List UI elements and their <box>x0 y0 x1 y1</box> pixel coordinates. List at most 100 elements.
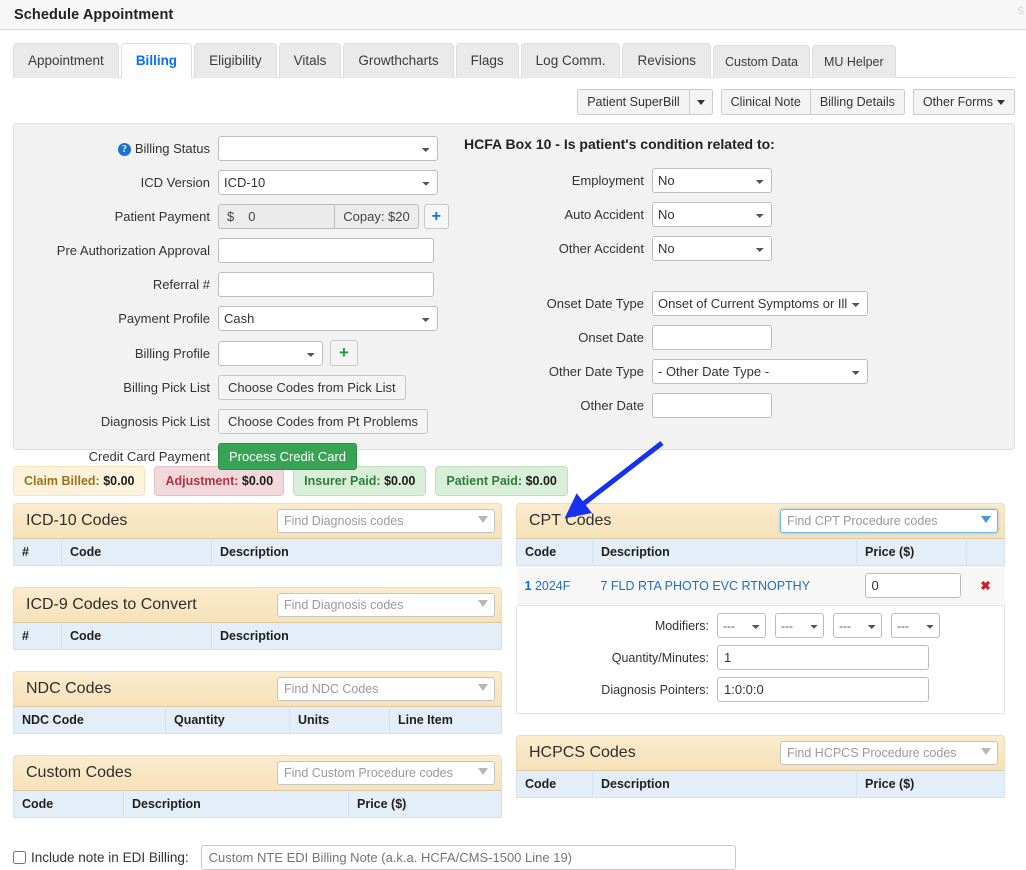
quantity-minutes-input[interactable] <box>717 645 929 670</box>
cpt-price-input[interactable] <box>864 573 961 598</box>
add-billing-profile-button[interactable]: + <box>330 340 358 366</box>
tab-mu-helper[interactable]: MU Helper <box>811 45 896 78</box>
referral-input[interactable] <box>218 272 434 297</box>
onset-date-input[interactable] <box>652 325 772 350</box>
hcpcs-codes-panel: HCPCS Codes Find HCPCS Procedure codes C… <box>516 735 1005 798</box>
modifier-1-select[interactable]: --- <box>717 613 766 638</box>
cpt-row-price-cell <box>856 565 967 606</box>
patient-superbill-button[interactable]: Patient SuperBill <box>577 88 690 115</box>
col-num: # <box>13 622 62 650</box>
tab-billing[interactable]: Billing <box>120 43 193 79</box>
clinical-note-button[interactable]: Clinical Note <box>720 88 811 115</box>
edi-note-input[interactable] <box>200 845 736 870</box>
red-x-icon[interactable]: ✖ <box>966 565 1005 606</box>
col-code: Code <box>516 538 593 566</box>
other-date-input[interactable] <box>652 393 772 418</box>
billing-status-select[interactable] <box>218 136 438 161</box>
pre-auth-input[interactable] <box>218 238 434 263</box>
col-description: Description <box>211 622 502 650</box>
cpt-row-description[interactable]: 7 FLD RTA PHOTO EVC RTNOPTHY <box>592 565 857 606</box>
icd9-code-finder[interactable]: Find Diagnosis codes <box>277 593 495 617</box>
field-patient-payment: Patient Payment $ Copay: $20 + <box>14 204 454 229</box>
field-billing-status: ? Billing Status <box>14 136 454 161</box>
col-units: Units <box>289 706 390 734</box>
process-credit-card-button[interactable]: Process Credit Card <box>218 443 358 470</box>
tab-vitals[interactable]: Vitals <box>278 43 342 78</box>
icd-version-label: ICD Version <box>140 175 210 190</box>
icd10-codes-table: # Code Description <box>13 538 502 566</box>
cpt-row-number: 1 <box>524 578 532 593</box>
field-other-accident: Other Accident No <box>454 236 1014 261</box>
custom-finder-placeholder: Find Custom Procedure codes <box>284 766 453 780</box>
cpt-modifiers-row: Modifiers: --- --- --- --- <box>517 613 1004 638</box>
other-date-type-select[interactable]: - Other Date Type - <box>652 359 868 384</box>
diagnosis-pointers-input[interactable] <box>717 677 929 702</box>
cpt-code-finder[interactable]: Find CPT Procedure codes <box>780 509 998 533</box>
patient-payment-input[interactable] <box>242 204 335 229</box>
superbill-dropdown-button[interactable] <box>688 88 713 115</box>
patient-payment-group: $ Copay: $20 + <box>218 204 449 229</box>
field-other-date: Other Date <box>454 393 1014 418</box>
modifier-4-select[interactable]: --- <box>891 613 940 638</box>
cpt-row-code[interactable]: 2024F <box>535 579 570 593</box>
tab-custom-data[interactable]: Custom Data <box>712 45 810 78</box>
tab-log-comm[interactable]: Log Comm. <box>520 43 621 78</box>
table-header-row: Code Description Price ($) <box>13 790 502 818</box>
billing-details-button[interactable]: Billing Details <box>809 88 905 115</box>
hcpcs-code-finder[interactable]: Find HCPCS Procedure codes <box>780 741 998 765</box>
hcfa-box10-heading: HCFA Box 10 - Is patient's condition rel… <box>464 136 775 152</box>
modifiers-label: Modifiers: <box>654 618 709 633</box>
payment-profile-select[interactable]: Cash <box>218 306 438 331</box>
ndc-panel-title: NDC Codes <box>26 680 112 697</box>
icd-version-select[interactable]: ICD-10 <box>218 170 438 195</box>
other-forms-button[interactable]: Other Forms <box>912 88 1015 115</box>
tab-eligibility[interactable]: Eligibility <box>194 43 277 78</box>
claim-summary-badges: Claim Billed: $0.00 Adjustment: $0.00 In… <box>13 466 1026 496</box>
icd10-code-finder[interactable]: Find Diagnosis codes <box>277 509 495 533</box>
choose-codes-pick-list-button[interactable]: Choose Codes from Pick List <box>218 375 406 400</box>
tab-growthcharts[interactable]: Growthcharts <box>343 43 454 78</box>
modifier-2-select[interactable]: --- <box>775 613 824 638</box>
icd9-finder-placeholder: Find Diagnosis codes <box>284 598 404 612</box>
status-badge-insurer-paid: Insurer Paid: $0.00 <box>293 466 427 496</box>
other-accident-label: Other Accident <box>558 241 644 256</box>
code-panels-right-column: CPT Codes Find CPT Procedure codes Code … <box>516 503 1005 839</box>
custom-codes-panel: Custom Codes Find Custom Procedure codes… <box>13 755 502 818</box>
copay-display: Copay: $20 <box>334 204 419 229</box>
other-accident-select[interactable]: No <box>652 236 772 261</box>
edi-billing-note-row: Include note in EDI Billing: <box>0 839 1026 870</box>
hcpcs-panel-title: HCPCS Codes <box>529 744 636 761</box>
employment-select[interactable]: No <box>652 168 772 193</box>
cpt-codes-table: Code Description Price ($) 1 2024F 7 FLD… <box>516 538 1005 606</box>
field-payment-profile: Payment Profile Cash <box>14 306 454 331</box>
ndc-code-finder[interactable]: Find NDC Codes <box>277 677 495 701</box>
patient-payment-label: Patient Payment <box>114 209 210 224</box>
onset-date-type-select[interactable]: Onset of Current Symptoms or Illness <box>652 291 868 316</box>
forms-toolbar: Patient SuperBill Clinical Note Billing … <box>0 78 1026 117</box>
diagnosis-pointers-label: Diagnosis Pointers: <box>601 682 709 697</box>
auto-accident-select[interactable]: No <box>652 202 772 227</box>
ndc-codes-table: NDC Code Quantity Units Line Item <box>13 706 502 734</box>
superbill-button-group: Patient SuperBill <box>577 88 713 115</box>
dropdown-arrow-icon <box>478 516 488 523</box>
modifier-3-select[interactable]: --- <box>833 613 882 638</box>
add-payment-button[interactable]: + <box>423 204 449 229</box>
table-row[interactable]: 1 2024F 7 FLD RTA PHOTO EVC RTNOPTHY ✖ <box>516 565 1005 606</box>
tab-revisions[interactable]: Revisions <box>622 43 711 78</box>
referral-label: Referral # <box>152 277 210 292</box>
question-mark-icon[interactable]: ? <box>117 143 131 157</box>
status-badge-adjustment: Adjustment: $0.00 <box>154 466 285 496</box>
custom-code-finder[interactable]: Find Custom Procedure codes <box>277 761 495 785</box>
note-button-group: Clinical Note Billing Details <box>720 88 905 115</box>
field-onset-date: Onset Date <box>454 325 1014 350</box>
tab-flags[interactable]: Flags <box>455 43 519 78</box>
tab-appointment[interactable]: Appointment <box>13 43 119 78</box>
billing-profile-select[interactable] <box>218 340 323 366</box>
col-price: Price ($) <box>348 790 502 818</box>
window-titlebar: Schedule Appointment S <box>0 0 1026 30</box>
table-header-row: # Code Description <box>13 538 502 566</box>
dropdown-arrow-icon <box>981 516 991 523</box>
onset-date-label: Onset Date <box>578 330 644 345</box>
choose-codes-pt-problems-button[interactable]: Choose Codes from Pt Problems <box>218 409 429 434</box>
other-date-label: Other Date <box>580 398 644 413</box>
